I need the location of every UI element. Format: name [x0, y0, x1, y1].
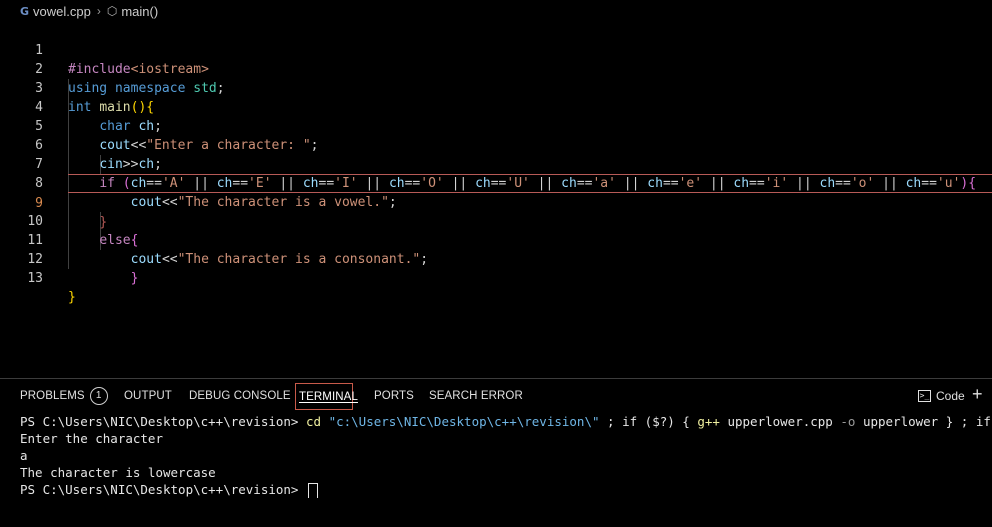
- prompt: PS C:\Users\NIC\Desktop\c++\revision>: [20, 482, 306, 497]
- code-line[interactable]: 2 using namespace std;: [0, 41, 992, 96]
- command-part: upperlower } ; if ($?) { .\: [862, 414, 991, 429]
- line-number: 13: [27, 271, 43, 286]
- code-line[interactable]: 3 int main(){: [0, 60, 992, 115]
- tab-label: SEARCH ERROR: [429, 390, 523, 402]
- code-text: }: [130, 271, 139, 286]
- code-text: }: [68, 290, 76, 305]
- terminal-instance-label: Code: [936, 389, 965, 403]
- line-number: 8: [35, 176, 43, 191]
- tab-label: TERMINAL: [299, 391, 358, 403]
- tab-terminal[interactable]: TERMINAL: [295, 383, 358, 410]
- terminal-line: PS C:\Users\NIC\Desktop\c++\revision> cd…: [20, 413, 992, 430]
- code-line[interactable]: 13 }: [0, 250, 992, 305]
- code-line[interactable]: 7 if (ch=='A' || ch=='E' || ch=='I' || c…: [0, 136, 992, 191]
- breadcrumb: G vowel.cpp › ⬡ main(): [0, 0, 992, 22]
- tab-problems[interactable]: PROBLEMS 1: [20, 383, 108, 410]
- code-line[interactable]: 6 cin>>ch;: [0, 117, 992, 172]
- terminal-instance-button[interactable]: >_ Code: [918, 389, 965, 403]
- tab-label: DEBUG CONSOLE: [189, 390, 291, 402]
- code-line[interactable]: 8 cout<<"The character is a vowel.";: [0, 155, 992, 210]
- problems-count-badge: 1: [89, 386, 108, 405]
- command: cd: [305, 414, 322, 429]
- tab-label: PORTS: [374, 390, 414, 402]
- terminal-line: Enter the character: [20, 431, 163, 446]
- tab-label: OUTPUT: [124, 390, 172, 402]
- terminal-line: a: [20, 448, 28, 463]
- command-part: ; if ($?) {: [599, 414, 698, 429]
- vscode-window: G vowel.cpp › ⬡ main() 1 #include<iostre…: [0, 0, 992, 527]
- terminal-line: The character is lowercase: [20, 465, 216, 480]
- panel-tab-bar: PROBLEMS 1 OUTPUT DEBUG CONSOLE TERMINAL …: [0, 379, 992, 413]
- cube-icon: ⬡: [106, 4, 118, 18]
- tab-search-error[interactable]: SEARCH ERROR: [429, 383, 523, 410]
- command-arg: "c:\Users\NIC\Desktop\c++\revision\": [328, 414, 600, 429]
- tab-output[interactable]: OUTPUT: [124, 383, 172, 410]
- code-line[interactable]: 10 else{: [0, 193, 992, 248]
- tab-debug-console[interactable]: DEBUG CONSOLE: [189, 383, 291, 410]
- code-line[interactable]: 5 cout<<"Enter a character: ";: [0, 98, 992, 153]
- chevron-right-icon: ›: [96, 4, 101, 18]
- code-line[interactable]: 1 #include<iostream>: [0, 22, 992, 77]
- terminal-icon: >_: [918, 390, 931, 402]
- tab-ports[interactable]: PORTS: [374, 383, 414, 410]
- plus-icon[interactable]: +: [972, 385, 983, 403]
- breadcrumb-symbol[interactable]: main(): [121, 4, 158, 19]
- terminal-line: PS C:\Users\NIC\Desktop\c++\revision>: [20, 481, 992, 498]
- code-line-current[interactable]: 9 }: [35, 174, 992, 230]
- code-line[interactable]: 12 }: [0, 231, 992, 286]
- breadcrumb-file[interactable]: vowel.cpp: [33, 4, 91, 19]
- prompt: PS C:\Users\NIC\Desktop\c++\revision>: [20, 414, 306, 429]
- code-editor[interactable]: 1 #include<iostream> 2 using namespace s…: [0, 22, 992, 378]
- command-arg: upperlower.cpp: [719, 414, 841, 429]
- command: g++: [697, 414, 720, 429]
- code-line[interactable]: 4 char ch;: [0, 79, 992, 134]
- terminal-cursor: [307, 482, 318, 498]
- cpp-file-icon: G: [20, 4, 30, 18]
- command-flag: -o: [840, 414, 856, 429]
- terminal-output[interactable]: PS C:\Users\NIC\Desktop\c++\revision> cd…: [20, 413, 992, 498]
- code-line[interactable]: 11 cout<<"The character is a consonant."…: [0, 212, 992, 267]
- tab-label: PROBLEMS: [20, 390, 85, 402]
